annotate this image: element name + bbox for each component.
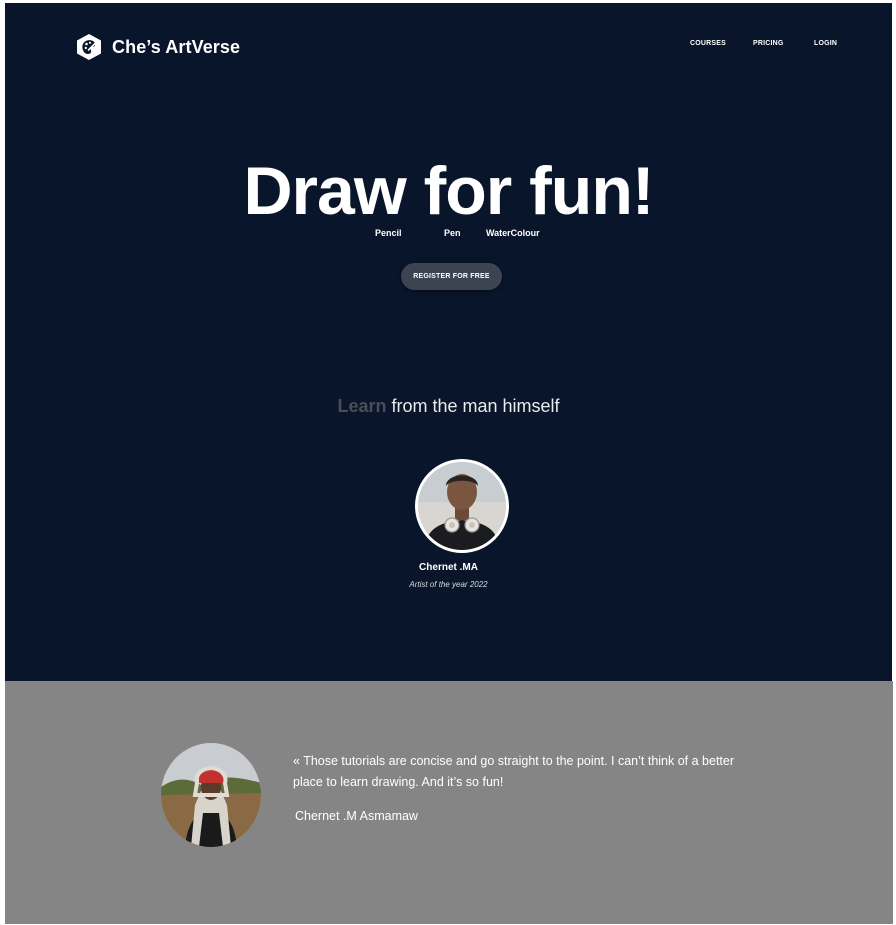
medium-watercolour: WaterColour [486,228,540,238]
palette-icon [77,34,101,60]
learn-heading: Learn from the man himself [5,396,892,417]
medium-pen: Pen [444,228,461,238]
instructor-title: Artist of the year 2022 [409,580,488,589]
brand-name: Che’s ArtVerse [112,36,241,57]
nav-courses[interactable]: COURSES [690,40,726,47]
medium-pencil: Pencil [375,228,402,238]
nav-login[interactable]: LOGIN [814,40,837,47]
nav-pricing[interactable]: PRICING [753,40,784,47]
testimonial-author: Chernet .M Asmamaw [295,809,418,823]
hero-section: Che’s ArtVerse COURSES PRICING LOGIN Dra… [5,3,892,681]
testimonial-avatar [161,743,261,847]
instructor-name: Chernet .MA [419,562,478,573]
medium-list: Pencil Pen WaterColour [5,228,892,242]
testimonial-section: « Those tutorials are concise and go str… [5,681,893,924]
hero-headline: Draw for fun! [243,153,654,229]
register-button[interactable]: REGISTER FOR FREE [401,263,502,290]
instructor-avatar [415,459,509,553]
learn-accent: Learn [337,396,387,416]
testimonial-quote: « Those tutorials are concise and go str… [293,754,735,789]
brand-logo-link[interactable]: Che’s ArtVerse [75,33,240,61]
learn-rest: from the man himself [386,396,560,416]
